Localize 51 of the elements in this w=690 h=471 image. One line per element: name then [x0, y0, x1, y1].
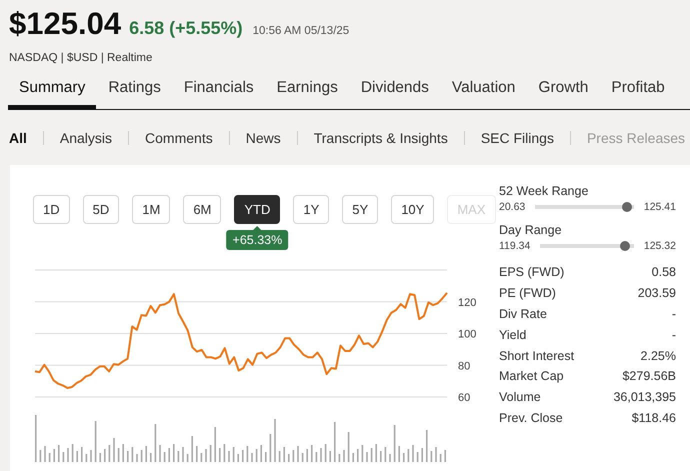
range-low: 119.34 — [499, 240, 530, 252]
nav-tab[interactable]: Summary — [8, 79, 96, 109]
filter-tab[interactable]: News — [246, 130, 281, 146]
period-button[interactable]: 1Y — [293, 195, 330, 224]
timestamp: 10:56 AM 05/13/25 — [252, 25, 350, 37]
nav-tab[interactable]: Valuation — [440, 79, 526, 109]
range-high: 125.41 — [644, 201, 676, 213]
period-button[interactable]: 6M — [183, 195, 222, 224]
period-button[interactable]: 5Y — [342, 195, 378, 224]
stat-label: Prev. Close — [499, 410, 563, 425]
filter-tab[interactable]: Transcripts & Insights — [314, 130, 448, 146]
stat-value: 2.25% — [640, 348, 676, 363]
nav-tab[interactable]: Earnings — [266, 79, 349, 109]
range-high: 125.32 — [644, 240, 676, 252]
nav-tab[interactable]: Profitab — [600, 79, 676, 109]
nav-tab[interactable]: Ratings — [97, 79, 172, 109]
filter-tab[interactable]: Analysis — [60, 130, 112, 146]
period-button[interactable]: 1M — [132, 195, 170, 224]
axis-label: 60 — [458, 392, 470, 404]
stat-label: PE (FWD) — [499, 286, 556, 300]
stat-value: $118.46 — [632, 410, 676, 425]
stat-value: 0.58 — [652, 265, 676, 280]
stat-label: Volume — [499, 390, 541, 404]
stat-label: Short Interest — [499, 348, 574, 363]
stat-value: - — [672, 306, 676, 321]
axis-label: 100 — [458, 328, 476, 340]
filter-tab[interactable]: SEC Filings — [480, 130, 554, 146]
nav-tab[interactable]: Dividends — [350, 79, 440, 109]
stat-value: 36,013,395 — [613, 390, 676, 404]
stock-price: $125.04 — [9, 6, 122, 42]
exchange-info: NASDAQ | $USD | Realtime — [9, 52, 154, 64]
stat-value: - — [672, 328, 676, 342]
stat-label: Market Cap — [499, 369, 564, 384]
nav-tab[interactable]: Growth — [527, 79, 600, 109]
axis-label: 120 — [458, 296, 476, 309]
nav-tab[interactable]: Financials — [172, 79, 265, 109]
period-button[interactable]: 5D — [82, 195, 120, 224]
filter-tab[interactable]: Comments — [145, 130, 213, 146]
stat-label: Div Rate — [499, 306, 547, 321]
period-button[interactable]: 10Y — [391, 195, 434, 224]
range-label: 52 Week Range — [499, 184, 590, 198]
range-label: Day Range — [499, 223, 563, 237]
filter-tab[interactable]: All — [9, 130, 27, 146]
stat-value: 203.59 — [638, 286, 676, 300]
axis-label: 80 — [458, 360, 470, 372]
period-button[interactable]: 1D — [33, 195, 70, 224]
stat-value: $279.56B — [622, 369, 676, 384]
stat-label: Yield — [499, 328, 526, 342]
range-low: 20.63 — [499, 201, 526, 213]
price-change: 6.58 (+5.55%) — [129, 18, 243, 39]
stat-label: EPS (FWD) — [499, 265, 564, 280]
